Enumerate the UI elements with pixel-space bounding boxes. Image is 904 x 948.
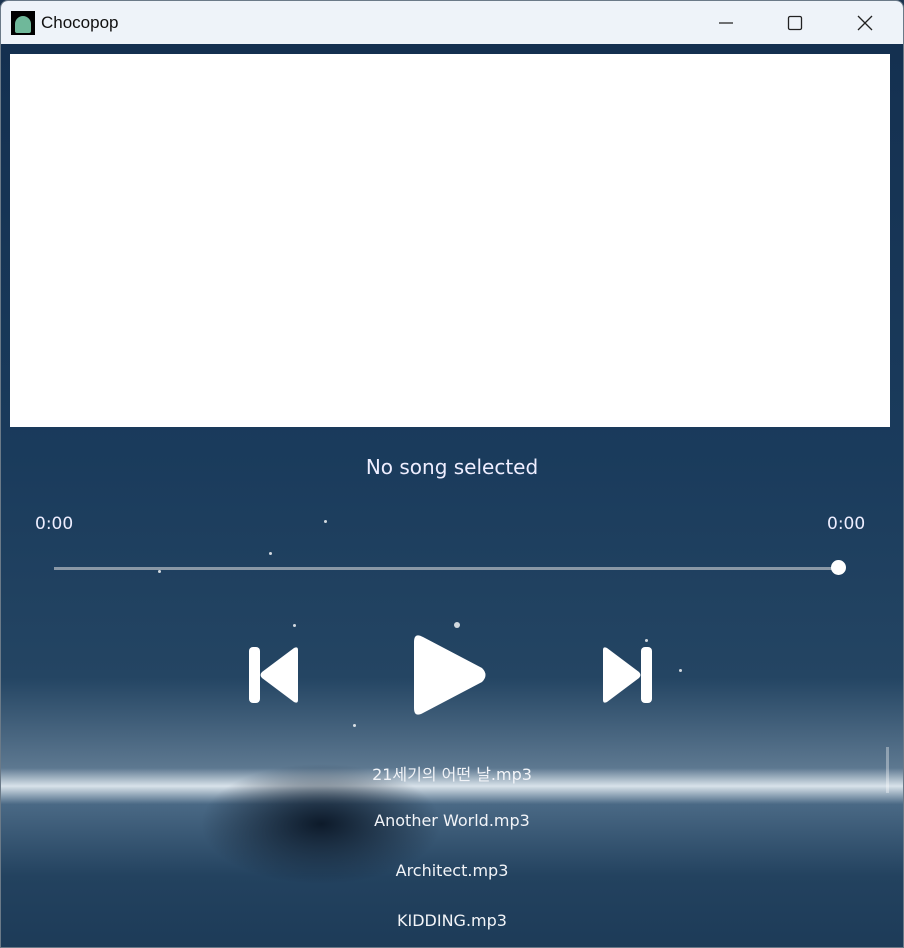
- title-bar: Chocopop: [1, 1, 903, 44]
- playlist-scrollbar[interactable]: [886, 747, 889, 793]
- maximize-icon: [787, 15, 803, 30]
- playlist-item[interactable]: Another World.mp3: [1, 811, 903, 830]
- skip-next-icon: [603, 647, 652, 703]
- close-button[interactable]: [830, 1, 900, 44]
- minimize-button[interactable]: [691, 1, 761, 44]
- maximize-button[interactable]: [760, 1, 830, 44]
- playlist-item[interactable]: 21세기의 어떤 날.mp3: [1, 761, 903, 785]
- window-title: Chocopop: [41, 12, 119, 32]
- seek-handle[interactable]: [831, 560, 846, 575]
- playlist-item[interactable]: Architect.mp3: [1, 861, 903, 880]
- skip-previous-icon: [249, 647, 298, 703]
- total-duration: 0:00: [827, 514, 866, 534]
- elapsed-time: 0:00: [35, 514, 74, 534]
- app-window: Chocopop No song selected 0:00 0:00 21세기…: [0, 0, 904, 948]
- previous-button[interactable]: [248, 646, 300, 708]
- play-icon: [414, 635, 486, 715]
- close-icon: [857, 15, 873, 30]
- minimize-icon: [719, 21, 733, 24]
- next-button[interactable]: [601, 646, 653, 708]
- play-button[interactable]: [412, 632, 488, 722]
- playlist-item[interactable]: KIDDING.mp3: [1, 911, 903, 930]
- seek-bar[interactable]: [54, 567, 839, 570]
- song-title: No song selected: [365, 455, 539, 479]
- player-area: No song selected 0:00 0:00 21세기의 어떤 날.mp…: [1, 44, 903, 947]
- app-icon: [11, 10, 35, 35]
- album-art: [10, 54, 890, 427]
